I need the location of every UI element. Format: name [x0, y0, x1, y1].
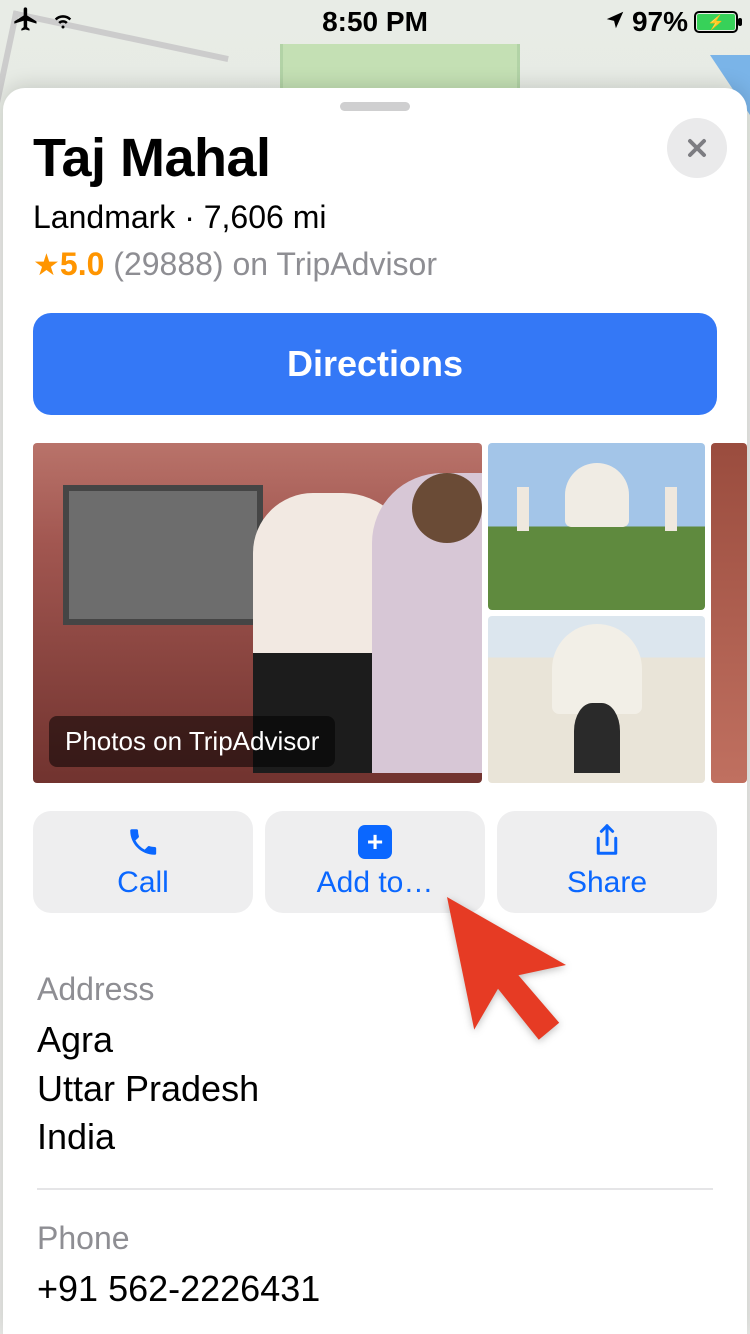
photo-thumb-1[interactable]	[488, 443, 705, 610]
divider	[37, 1188, 713, 1190]
share-label: Share	[567, 866, 647, 900]
photo-caption: Photos on TripAdvisor	[49, 716, 335, 767]
call-button[interactable]: Call	[33, 811, 253, 913]
phone-label: Phone	[37, 1220, 713, 1257]
place-subtitle: Landmark · 7,606 mi	[33, 199, 717, 236]
rating-row[interactable]: ★5.0 (29888) on TripAdvisor	[33, 246, 717, 283]
photo-thumb-2[interactable]	[488, 616, 705, 783]
call-label: Call	[117, 866, 169, 900]
photo-thumb-3[interactable]	[711, 443, 747, 783]
place-title: Taj Mahal	[33, 127, 717, 189]
star-icon: ★	[33, 249, 60, 282]
plus-icon: +	[358, 824, 392, 860]
directions-label: Directions	[287, 343, 463, 385]
status-bar: 8:50 PM 97% ⚡	[0, 0, 750, 44]
status-time: 8:50 PM	[0, 6, 750, 38]
address-value[interactable]: Agra Uttar Pradesh India	[37, 1016, 713, 1162]
phone-icon	[126, 824, 160, 860]
directions-button[interactable]: Directions	[33, 313, 717, 415]
share-button[interactable]: Share	[497, 811, 717, 913]
photo-main[interactable]: Photos on TripAdvisor	[33, 443, 482, 783]
photo-strip[interactable]: Photos on TripAdvisor	[33, 443, 747, 783]
add-to-label: Add to…	[317, 866, 434, 900]
phone-value[interactable]: +91 562-2226431	[37, 1265, 713, 1314]
add-to-button[interactable]: + Add to…	[265, 811, 485, 913]
sheet-grabber[interactable]	[340, 102, 410, 111]
place-sheet[interactable]: Taj Mahal Landmark · 7,606 mi ★5.0 (2988…	[3, 88, 747, 1334]
battery-icon: ⚡	[694, 11, 738, 33]
share-icon	[592, 824, 622, 860]
address-label: Address	[37, 971, 713, 1008]
close-button[interactable]	[667, 118, 727, 178]
